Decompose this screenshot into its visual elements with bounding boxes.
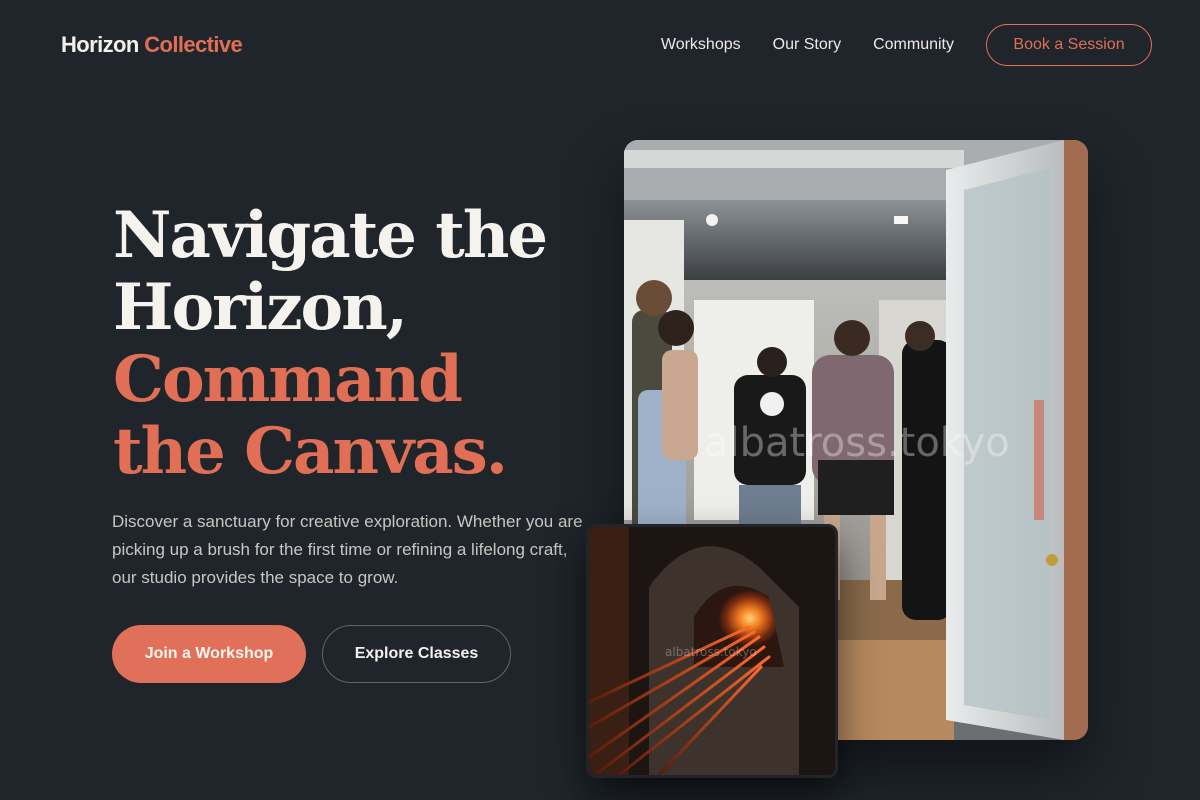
main-watermark: albatross.tokyo xyxy=(704,420,1010,466)
site-header: Horizon Collective Workshops Our Story C… xyxy=(0,0,1200,90)
logo-part2: Collective xyxy=(144,32,243,57)
nav-workshops[interactable]: Workshops xyxy=(661,34,741,56)
headline-line-4: the Canvas. xyxy=(113,414,508,489)
main-nav: Workshops Our Story Community xyxy=(661,34,954,56)
inset-watermark: albatross.tokyo xyxy=(665,645,757,659)
hero-lead: Discover a sanctuary for creative explor… xyxy=(112,512,583,587)
headline-line-2: Horizon, xyxy=(113,270,408,345)
book-session-button[interactable]: Book a Session xyxy=(986,24,1152,66)
hero-headline: Navigate the Horizon, Command the Canvas… xyxy=(113,200,593,488)
headline-line-3: Command xyxy=(113,342,463,417)
join-workshop-button[interactable]: Join a Workshop xyxy=(112,625,306,683)
nav-community[interactable]: Community xyxy=(873,34,954,56)
explore-classes-button[interactable]: Explore Classes xyxy=(322,625,511,683)
kiln-photo: albatross.tokyo xyxy=(586,524,838,778)
logo-part1: Horizon xyxy=(61,32,139,57)
logo[interactable]: Horizon Collective xyxy=(61,30,243,60)
nav-our-story[interactable]: Our Story xyxy=(773,34,841,56)
headline-line-1: Navigate the xyxy=(113,198,548,273)
